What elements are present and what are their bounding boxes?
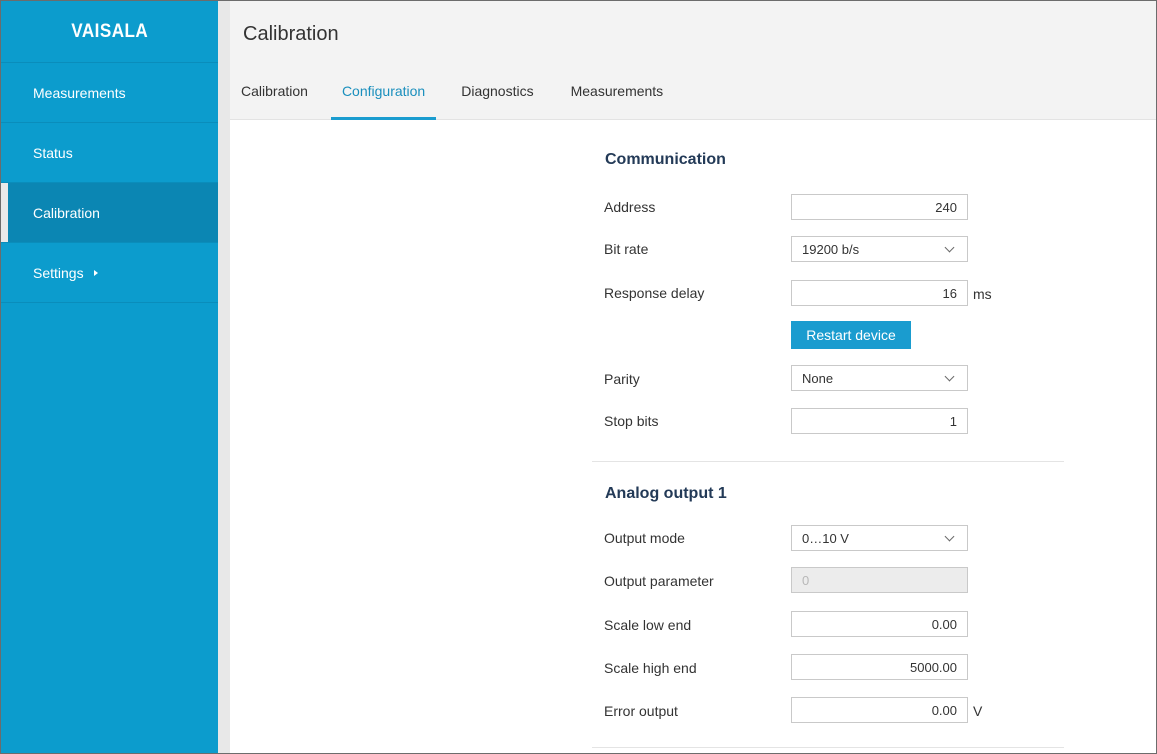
- scale-low-end-label: Scale low end: [604, 617, 692, 633]
- stop-bits-value: 1: [949, 413, 957, 429]
- tab-bar: Calibration Configuration Diagnostics Me…: [241, 81, 663, 120]
- tab-measurements[interactable]: Measurements: [571, 81, 664, 120]
- sidebar-item-label: Settings: [33, 264, 84, 281]
- stop-bits-label: Stop bits: [604, 413, 659, 429]
- output-parameter-value: 0: [802, 572, 810, 588]
- sidebar-item-label: Calibration: [33, 204, 100, 221]
- vaisala-logo: VAISALA: [1, 1, 218, 63]
- response-delay-input[interactable]: 16: [791, 280, 968, 306]
- output-parameter-input: 0: [791, 567, 968, 593]
- parity-value: None: [802, 370, 834, 386]
- bit-rate-value: 19200 b/s: [802, 241, 860, 257]
- tab-diagnostics[interactable]: Diagnostics: [461, 81, 533, 120]
- tab-calibration[interactable]: Calibration: [241, 81, 308, 120]
- error-output-value: 0.00: [931, 702, 957, 718]
- chevron-down-icon: [944, 242, 955, 252]
- communication-section-title: Communication: [605, 151, 726, 168]
- output-mode-select[interactable]: 0…10 V: [791, 525, 968, 551]
- bit-rate-label: Bit rate: [604, 241, 649, 257]
- address-value: 240: [935, 199, 957, 215]
- stop-bits-input[interactable]: 1: [791, 408, 968, 434]
- scale-high-end-input[interactable]: 5000.00: [791, 654, 968, 680]
- response-delay-value: 16: [942, 285, 957, 301]
- chevron-down-icon: [944, 531, 955, 541]
- parity-label: Parity: [604, 371, 640, 387]
- sidebar: VAISALA Measurements Status Calibration …: [1, 1, 218, 753]
- error-output-input[interactable]: 0.00: [791, 697, 968, 723]
- main-panel: Calibration Calibration Configuration Di…: [230, 1, 1156, 753]
- sidebar-item-label: Status: [33, 144, 73, 161]
- scale-high-end-label: Scale high end: [604, 660, 697, 676]
- sidebar-item-label: Measurements: [33, 84, 126, 101]
- page-title: Calibration: [243, 23, 339, 45]
- section-divider: [592, 747, 1064, 748]
- tab-configuration[interactable]: Configuration: [330, 81, 437, 120]
- bit-rate-select[interactable]: 19200 b/s: [791, 236, 968, 262]
- chevron-down-icon: [944, 371, 955, 381]
- address-input[interactable]: 240: [791, 194, 968, 220]
- scale-low-end-value: 0.00: [931, 616, 957, 632]
- response-delay-unit: ms: [973, 286, 992, 302]
- sidebar-item-settings[interactable]: Settings: [1, 243, 218, 303]
- output-mode-label: Output mode: [604, 530, 685, 546]
- caret-right-icon: [93, 269, 98, 276]
- parity-select[interactable]: None: [791, 365, 968, 391]
- restart-device-button[interactable]: Restart device: [791, 321, 911, 349]
- sidebar-item-measurements[interactable]: Measurements: [1, 63, 218, 123]
- error-output-unit: V: [973, 703, 983, 719]
- analog-output-section-title: Analog output 1: [605, 485, 727, 502]
- page-header: Calibration Calibration Configuration Di…: [230, 1, 1156, 120]
- app-window: VAISALA Measurements Status Calibration …: [0, 0, 1157, 754]
- output-parameter-label: Output parameter: [604, 573, 714, 589]
- logo-text: VAISALA: [71, 20, 148, 42]
- output-mode-value: 0…10 V: [802, 530, 849, 546]
- scale-high-end-value: 5000.00: [910, 659, 957, 675]
- error-output-label: Error output: [604, 703, 678, 719]
- section-divider: [592, 461, 1064, 462]
- sidebar-item-calibration[interactable]: Calibration: [1, 183, 218, 243]
- address-label: Address: [604, 199, 656, 215]
- scale-low-end-input[interactable]: 0.00: [791, 611, 968, 637]
- response-delay-label: Response delay: [604, 285, 705, 301]
- panel-gutter: [218, 1, 230, 753]
- sidebar-item-status[interactable]: Status: [1, 123, 218, 183]
